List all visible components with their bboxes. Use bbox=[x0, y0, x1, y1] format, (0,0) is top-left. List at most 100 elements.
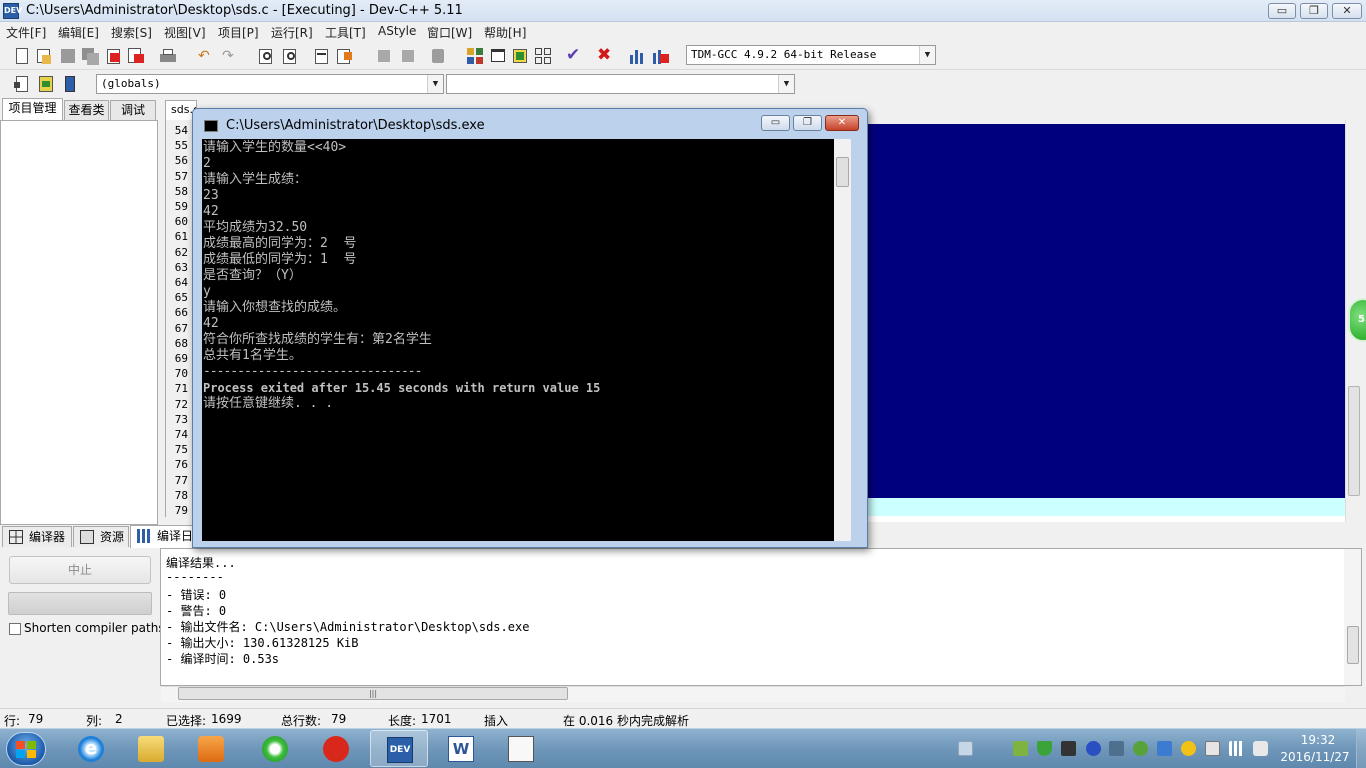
taskbar-word[interactable]: W bbox=[432, 730, 490, 767]
goto-declaration-icon[interactable] bbox=[36, 74, 56, 94]
goto-line-icon[interactable] bbox=[312, 46, 332, 66]
security-shield-icon[interactable] bbox=[1037, 741, 1052, 756]
network-tray-icon[interactable] bbox=[1013, 741, 1028, 756]
tab-debug[interactable]: 调试 bbox=[110, 100, 156, 120]
new-project-icon[interactable] bbox=[465, 46, 485, 66]
taskbar-360-browser[interactable] bbox=[246, 730, 304, 767]
window-layout-icon[interactable] bbox=[488, 46, 508, 66]
stop-execution-icon[interactable]: ✖ bbox=[595, 46, 615, 66]
replace-icon[interactable] bbox=[280, 46, 300, 66]
display-tray-icon[interactable] bbox=[1109, 741, 1124, 756]
menu-edit[interactable]: 编辑[E] bbox=[58, 24, 99, 41]
explorer-icon bbox=[138, 736, 164, 762]
line-number: 77 bbox=[174, 473, 188, 487]
keyboard-tray-icon[interactable] bbox=[958, 741, 973, 756]
menu-window[interactable]: 窗口[W] bbox=[427, 24, 472, 41]
new-file-icon[interactable] bbox=[12, 46, 32, 66]
console-close-button[interactable]: ✕ bbox=[825, 115, 859, 131]
console-output[interactable]: 请输入学生的数量<<40> 2 请输入学生成绩： 23 42 平均成绩为32.5… bbox=[202, 139, 834, 541]
console-minimize-button[interactable]: ▭ bbox=[761, 115, 790, 131]
menu-search[interactable]: 搜索[S] bbox=[111, 24, 152, 41]
save-all-icon[interactable] bbox=[80, 46, 100, 66]
close-file-icon[interactable] bbox=[104, 46, 124, 66]
chevron-down-icon: ▼ bbox=[778, 75, 794, 93]
resources-icon bbox=[80, 530, 94, 544]
line-number: 54 bbox=[174, 124, 188, 137]
menu-project[interactable]: 项目[P] bbox=[218, 24, 259, 41]
taskbar-ie[interactable]: e bbox=[62, 730, 120, 767]
code-area[interactable] bbox=[866, 124, 1345, 498]
class-browser-icon[interactable] bbox=[510, 46, 530, 66]
leaf-tray-icon[interactable] bbox=[1133, 741, 1148, 756]
symbol-select[interactable]: ▼ bbox=[446, 74, 795, 94]
taskbar-netease-music[interactable] bbox=[307, 730, 365, 767]
chevron-down-icon: ▼ bbox=[919, 46, 935, 64]
scope-select[interactable]: (globals) ▼ bbox=[96, 74, 444, 94]
taskbar-notepad[interactable] bbox=[492, 730, 550, 767]
menu-astyle[interactable]: AStyle bbox=[378, 24, 416, 38]
menu-help[interactable]: 帮助[H] bbox=[484, 24, 526, 41]
project-tree[interactable] bbox=[0, 120, 158, 525]
open-file-icon[interactable] bbox=[34, 46, 54, 66]
tab-compiler[interactable]: 编译器 bbox=[2, 526, 72, 547]
tab-resources[interactable]: 资源 bbox=[73, 526, 129, 547]
console-vertical-scrollbar[interactable] bbox=[834, 139, 851, 541]
bookmark-icon[interactable] bbox=[334, 46, 354, 66]
menu-tools[interactable]: 工具[T] bbox=[325, 24, 366, 41]
maximize-button[interactable]: ❐ bbox=[1300, 3, 1328, 19]
line-number: 58 bbox=[174, 184, 188, 198]
insert-icon[interactable] bbox=[12, 74, 32, 94]
menu-file[interactable]: 文件[F] bbox=[6, 24, 46, 41]
check-syntax-icon[interactable]: ✔ bbox=[564, 46, 584, 66]
goto-definition-icon[interactable] bbox=[60, 74, 80, 94]
grid-view-icon[interactable] bbox=[533, 46, 553, 66]
line-number: 78 bbox=[174, 488, 188, 502]
clock-time[interactable]: 19:32 bbox=[1293, 733, 1343, 747]
tab-class-browser[interactable]: 查看类 bbox=[64, 100, 109, 120]
bluetooth-icon[interactable] bbox=[1086, 741, 1101, 756]
taskbar-devcpp[interactable]: DEV bbox=[370, 730, 428, 767]
save-icon[interactable] bbox=[58, 46, 78, 66]
pc-tray-icon[interactable] bbox=[1157, 741, 1172, 756]
status-insert-mode: 插入 bbox=[484, 714, 509, 728]
show-desktop-button[interactable] bbox=[1356, 729, 1366, 768]
delete-profile-icon[interactable] bbox=[650, 46, 670, 66]
tab-compile-log[interactable]: 编译日志 bbox=[130, 525, 193, 548]
close-all-icon[interactable] bbox=[126, 46, 146, 66]
floating-speed-ball-icon[interactable]: 55 bbox=[1348, 298, 1366, 342]
log-vertical-scroll-thumb[interactable] bbox=[1347, 626, 1359, 664]
console-maximize-button[interactable]: ❐ bbox=[793, 115, 822, 131]
unindent-icon[interactable] bbox=[374, 46, 394, 66]
stop-compile-button[interactable]: 中止 bbox=[9, 556, 151, 584]
menu-run[interactable]: 运行[R] bbox=[271, 24, 313, 41]
profile-chart-icon[interactable] bbox=[627, 46, 647, 66]
print-icon[interactable] bbox=[158, 46, 178, 66]
console-line: 请输入你想查找的成绩。 bbox=[203, 300, 347, 315]
volume-muted-icon[interactable] bbox=[1253, 741, 1268, 756]
flag-tray-icon[interactable] bbox=[1205, 741, 1220, 756]
find-icon[interactable] bbox=[256, 46, 276, 66]
taskbar-media-player[interactable] bbox=[182, 730, 240, 767]
editor-scroll-thumb[interactable] bbox=[1348, 386, 1360, 496]
plus-tray-icon[interactable] bbox=[1181, 741, 1196, 756]
log-horizontal-scroll-thumb[interactable]: ||| bbox=[178, 687, 568, 700]
console-window[interactable]: C:\Users\Administrator\Desktop\sds.exe ▭… bbox=[192, 108, 868, 548]
undo-icon[interactable]: ↶ bbox=[196, 46, 216, 66]
taskbar-explorer[interactable] bbox=[122, 730, 180, 767]
toggle-comment-icon[interactable] bbox=[428, 46, 448, 66]
line-number: 76 bbox=[174, 458, 188, 472]
console-scroll-thumb[interactable] bbox=[836, 157, 849, 187]
compile-log[interactable]: 编译结果... -------- - 错误: 0 - 警告: 0 - 输出文件名… bbox=[160, 548, 1362, 686]
log-vertical-scrollbar[interactable] bbox=[1344, 549, 1361, 685]
shorten-paths-checkbox[interactable] bbox=[9, 623, 21, 635]
signal-icon[interactable] bbox=[1229, 741, 1244, 756]
indent-icon[interactable] bbox=[398, 46, 418, 66]
compiler-select[interactable]: TDM-GCC 4.9.2 64-bit Release ▼ bbox=[686, 45, 936, 65]
tab-project-manager[interactable]: 项目管理 bbox=[2, 98, 63, 120]
clock-date[interactable]: 2016/11/27 bbox=[1279, 750, 1351, 764]
menu-view[interactable]: 视图[V] bbox=[164, 24, 206, 41]
app-tray-icon[interactable] bbox=[1061, 741, 1076, 756]
redo-icon[interactable]: ↷ bbox=[220, 46, 240, 66]
minimize-button[interactable]: ▭ bbox=[1268, 3, 1296, 19]
close-button[interactable]: ✕ bbox=[1332, 3, 1362, 19]
